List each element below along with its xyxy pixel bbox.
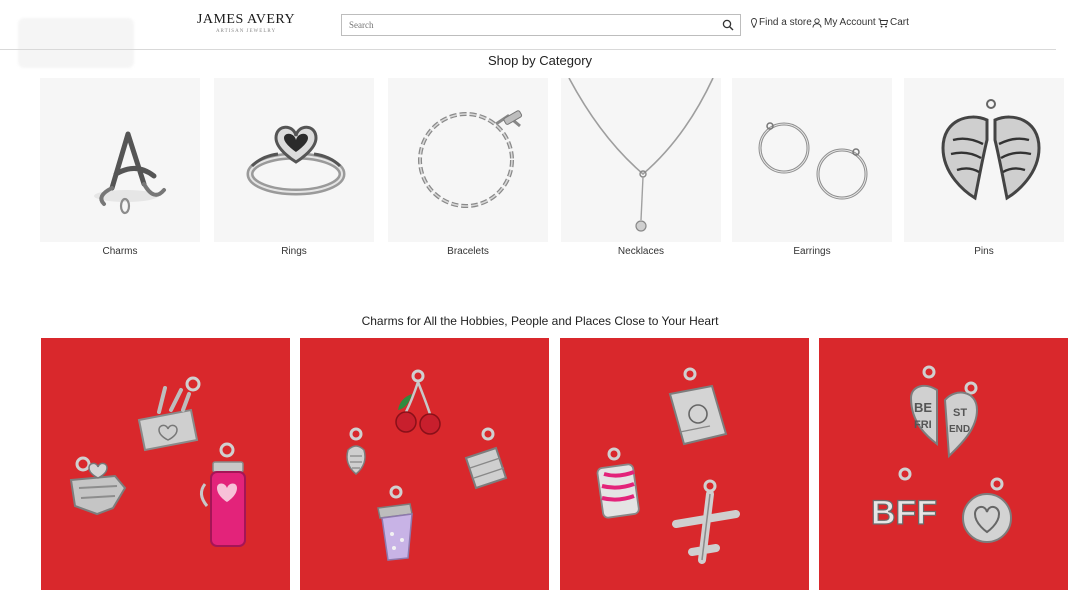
category-earrings-label[interactable]: Earrings: [732, 246, 892, 257]
friendship-charms-tile[interactable]: BE FRI ST END BFF: [819, 338, 1068, 590]
category-bracelets-image[interactable]: [388, 78, 548, 242]
craft-charms-image: [69, 376, 246, 547]
chain-bracelet-image: [418, 110, 523, 208]
st-text: ST: [953, 407, 967, 419]
header-divider: [0, 49, 1056, 50]
search-input[interactable]: [342, 15, 712, 35]
letter-charm-image: [94, 131, 166, 215]
travel-charms-tile[interactable]: [560, 338, 809, 590]
category-rings-label[interactable]: Rings: [214, 246, 374, 257]
charms-section-title: Charms for All the Hobbies, People and P…: [361, 314, 719, 328]
friendship-charms-image: BE FRI ST END BFF: [870, 365, 1012, 543]
find-store-label: Find a store: [759, 17, 812, 28]
category-charms-label[interactable]: Charms: [40, 246, 200, 257]
search-bar: [341, 14, 741, 36]
angel-wings-image: [941, 99, 1041, 201]
end-text: END: [949, 424, 970, 435]
cart-link[interactable]: Cart: [878, 17, 909, 28]
search-icon[interactable]: [722, 19, 734, 31]
category-rings-image[interactable]: [214, 78, 374, 242]
craft-charms-tile[interactable]: [41, 338, 290, 590]
logo-text: JAMES AVERY: [196, 12, 296, 27]
hoop-earrings-image: [758, 122, 868, 200]
category-earrings-image[interactable]: [732, 78, 892, 242]
travel-charms-image: [596, 367, 740, 564]
my-account-label: My Account: [824, 17, 876, 28]
category-pins-image[interactable]: [904, 78, 1064, 242]
bff-text: BFF: [871, 494, 937, 532]
category-necklaces-label[interactable]: Necklaces: [561, 246, 721, 257]
food-charms-image: [346, 369, 508, 561]
find-store-link[interactable]: Find a store: [751, 17, 812, 28]
user-icon: [812, 17, 822, 28]
brand-logo[interactable]: JAMES AVERY ARTISAN JEWELRY: [196, 12, 296, 40]
heart-ring-image: [246, 125, 346, 196]
best-text: BE: [914, 400, 932, 415]
category-bracelets-label[interactable]: Bracelets: [388, 246, 548, 257]
category-pins-label[interactable]: Pins: [904, 246, 1064, 257]
my-account-link[interactable]: My Account: [812, 17, 876, 28]
cart-label: Cart: [890, 17, 909, 28]
food-charms-tile[interactable]: [300, 338, 549, 590]
fri-text: FRI: [914, 419, 932, 431]
category-necklaces-image[interactable]: [561, 78, 721, 242]
category-charms-image[interactable]: [40, 78, 200, 242]
shop-by-category-title: Shop by Category: [487, 53, 593, 68]
location-icon: [751, 17, 757, 28]
cart-icon: [878, 18, 888, 27]
site-header: JAMES AVERY ARTISAN JEWELRY Find a store…: [0, 0, 1080, 68]
logo-tagline: ARTISAN JEWELRY: [215, 29, 277, 34]
lariat-necklace-image: [568, 78, 714, 232]
